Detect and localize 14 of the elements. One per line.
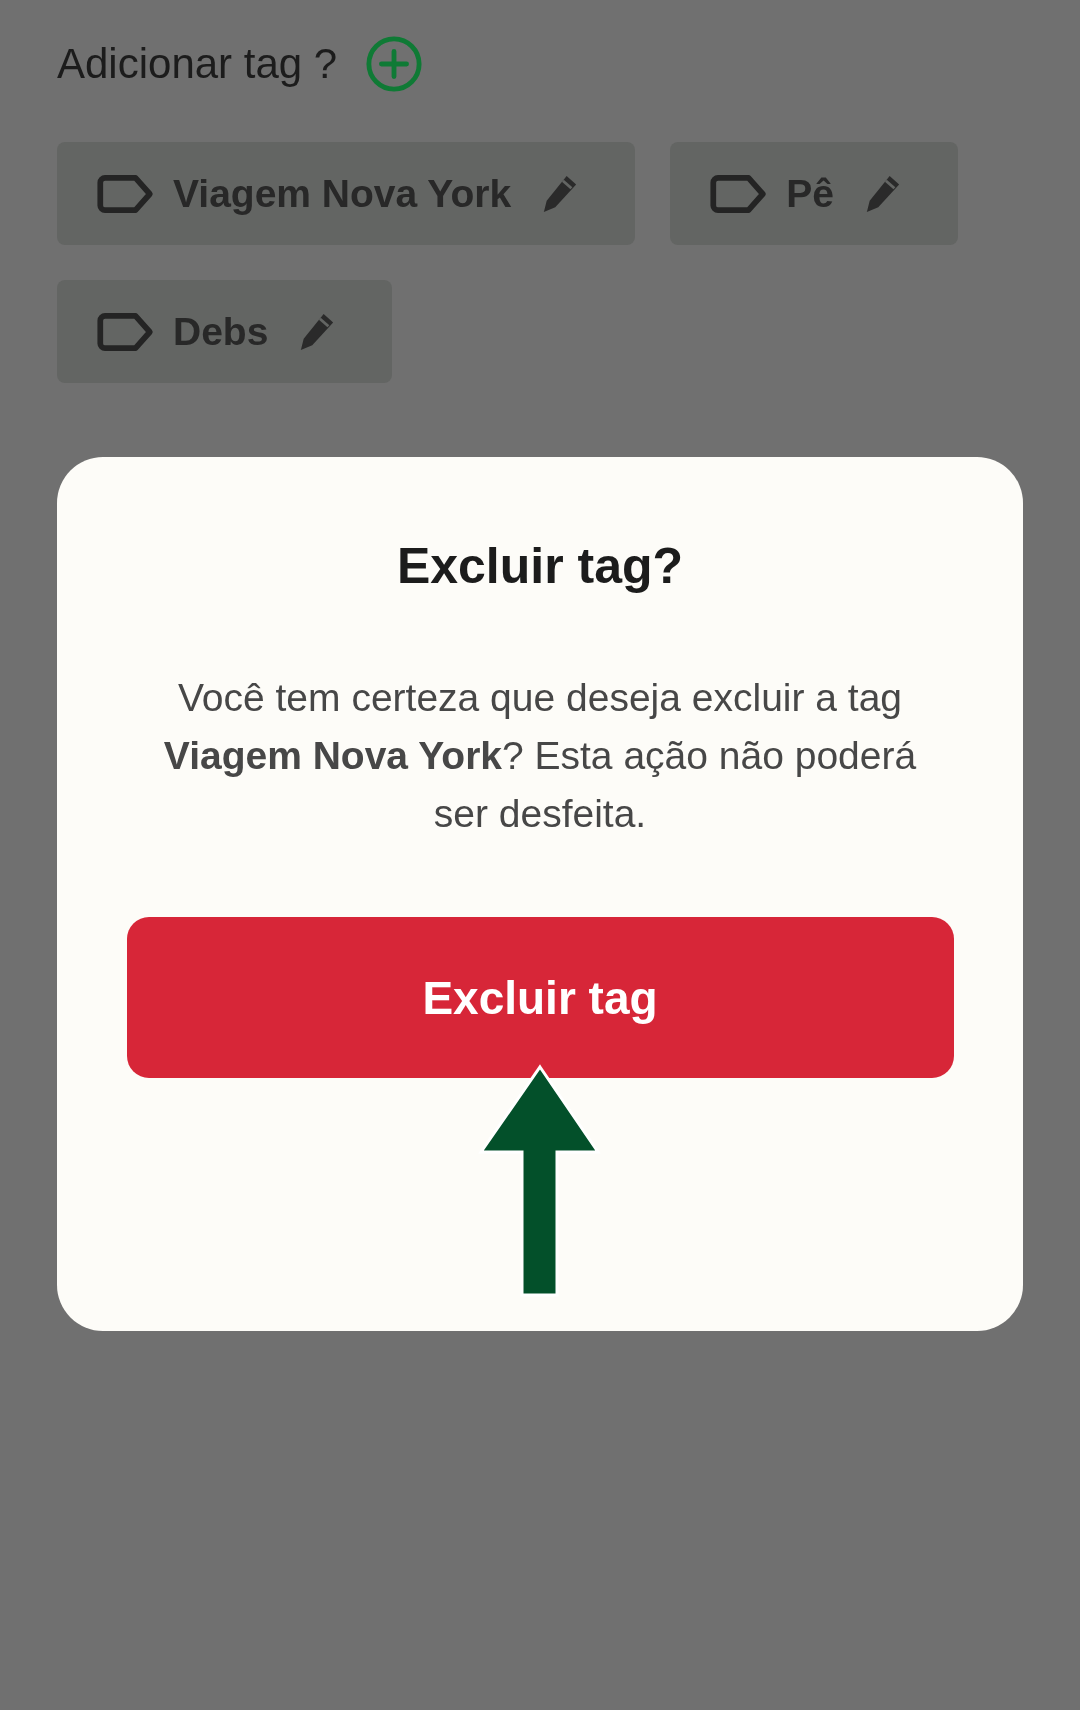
tag-chip[interactable]: Debs <box>57 280 393 383</box>
tag-label: Debs <box>173 309 269 354</box>
tag-icon <box>710 173 769 214</box>
tag-icon <box>97 173 155 214</box>
add-tag-label: Adicionar tag ? <box>57 40 338 88</box>
dialog-message: Você tem certeza que deseja excluir a tag Viagem Nova York? Esta ação não poderá ser desfeita. <box>162 675 918 837</box>
tag-label: Pê <box>786 171 834 216</box>
tag-icon <box>97 311 155 352</box>
dialog-title: Excluir tag? <box>396 537 684 595</box>
delete-tag-button[interactable]: Excluir tag <box>126 917 954 1078</box>
tag-chip[interactable]: Viagem Nova York <box>57 142 636 245</box>
tag-label: Viagem Nova York <box>173 171 512 216</box>
tag-chip[interactable]: Pê <box>670 142 958 245</box>
up-arrow-icon <box>477 1064 603 1298</box>
